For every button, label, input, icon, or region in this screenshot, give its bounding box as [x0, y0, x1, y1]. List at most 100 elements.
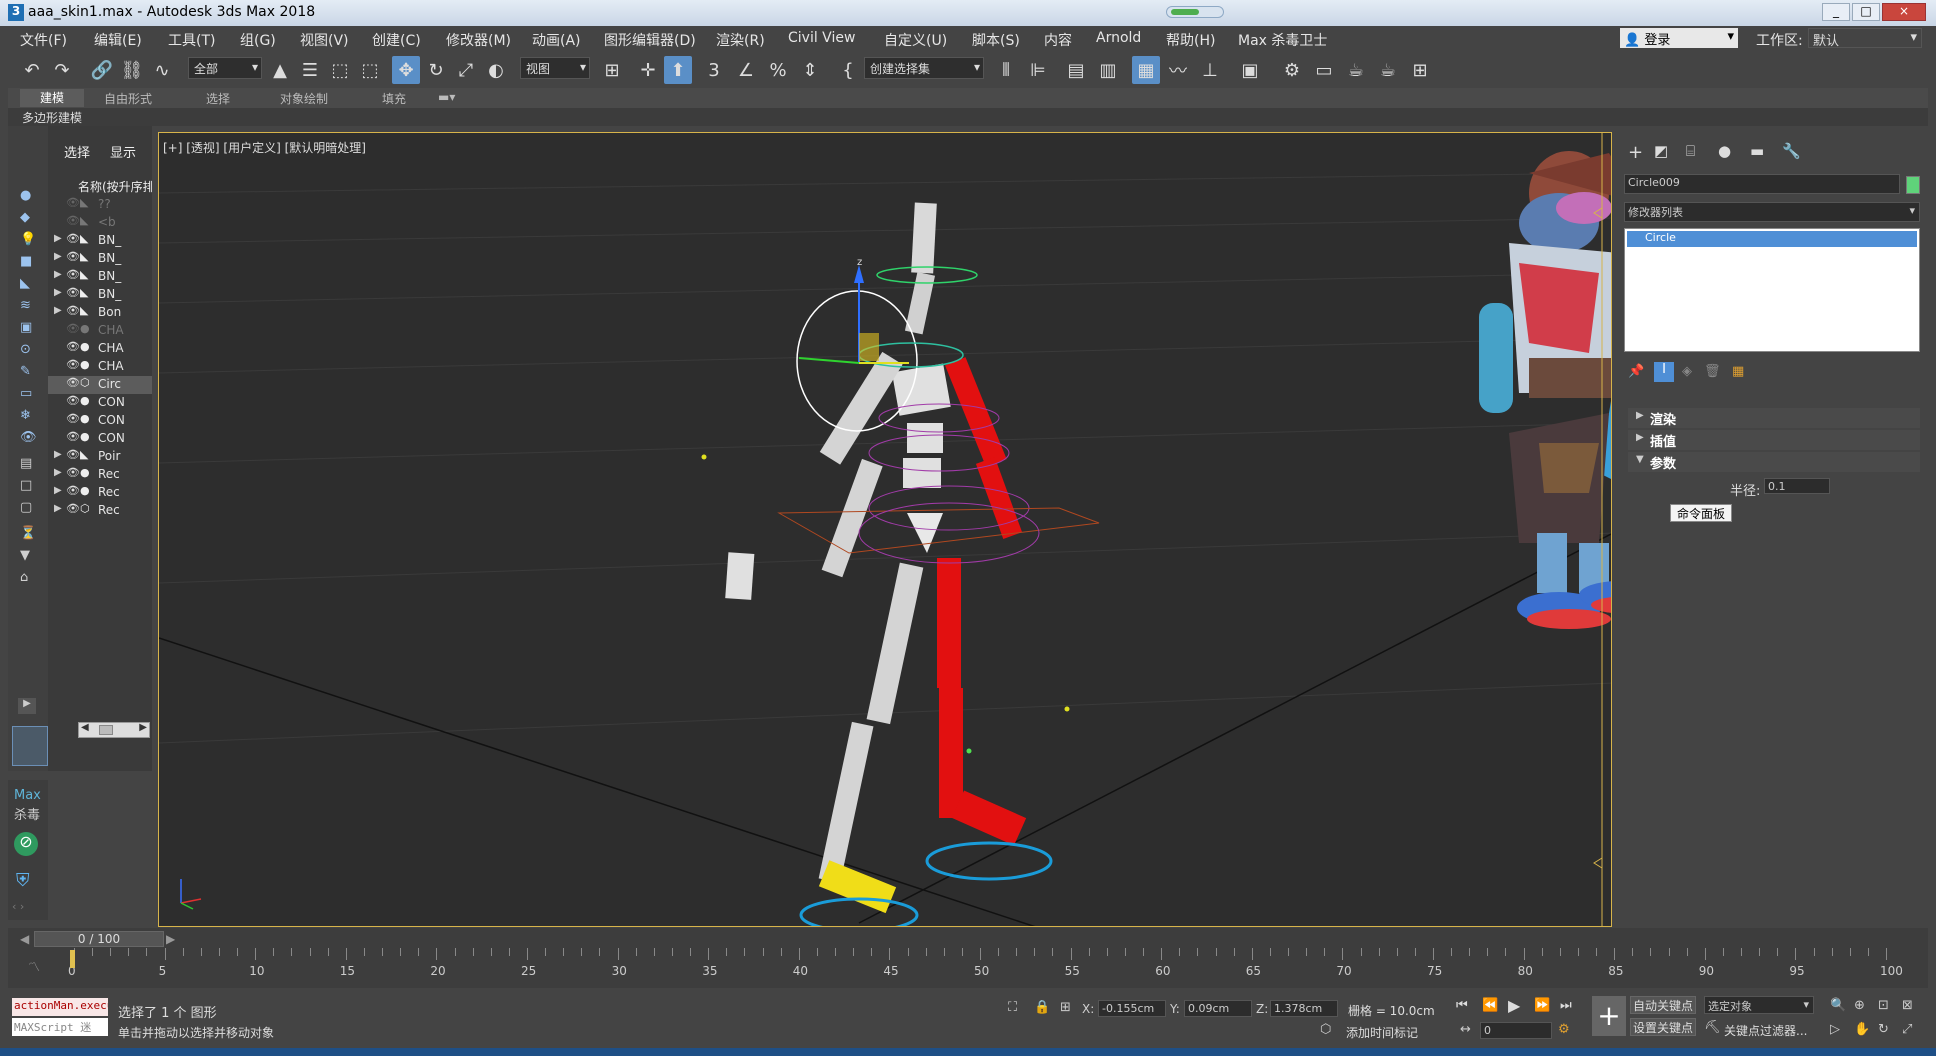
- lock-selection-icon[interactable]: 🔒: [1034, 1000, 1050, 1015]
- scene-row[interactable]: 👁 ● CON: [48, 394, 152, 412]
- visibility-eye-icon[interactable]: 👁: [66, 340, 80, 353]
- keyboard-shortcut-override-icon[interactable]: ⬆: [664, 56, 692, 84]
- scene-row[interactable]: ▶ 👁 ◣ BN_: [48, 286, 152, 304]
- perspective-viewport[interactable]: [+] [透视] [用户定义] [默认明暗处理] z: [158, 132, 1612, 927]
- key-filters-button[interactable]: 关键点过滤器...: [1724, 1022, 1807, 1039]
- expand-arrow-icon[interactable]: ▶: [54, 269, 62, 280]
- menu-help[interactable]: 帮助(H): [1166, 30, 1215, 50]
- key-filter-selection-dropdown[interactable]: 选定对象 ▾: [1704, 996, 1814, 1014]
- hierarchy-tab-icon[interactable]: ⌸: [1686, 142, 1695, 160]
- schematic-view-icon[interactable]: ⊥: [1196, 56, 1224, 84]
- time-config-icon[interactable]: ⚙: [1558, 1022, 1570, 1037]
- visibility-eye-icon[interactable]: 👁: [66, 250, 80, 263]
- menu-max-antivirus[interactable]: Max 杀毒卫士: [1238, 30, 1327, 50]
- create-tab-plus-icon[interactable]: +: [1628, 142, 1643, 163]
- filter-icon[interactable]: ⏳: [20, 526, 36, 541]
- named-selection-dropdown[interactable]: 创建选择集 ▾: [864, 57, 984, 79]
- absolute-mode-icon[interactable]: ⊞: [1060, 1000, 1071, 1015]
- scene-explorer-icon[interactable]: ▦: [1132, 56, 1160, 84]
- rollout-header[interactable]: ▶ 渲染: [1628, 408, 1920, 428]
- render-iterative-icon[interactable]: ☕: [1374, 56, 1402, 84]
- select-place-icon[interactable]: ◐: [482, 56, 510, 84]
- scene-row[interactable]: 👁 ◣??: [48, 196, 152, 214]
- menu-rendering[interactable]: 渲染(R): [716, 30, 765, 50]
- rendered-frame-window-icon[interactable]: ▭: [1310, 56, 1338, 84]
- ref-coord-dropdown[interactable]: 视图 ▾: [520, 57, 590, 79]
- expand-arrow-icon[interactable]: ▶: [54, 287, 62, 298]
- visibility-eye-icon[interactable]: 👁: [66, 394, 80, 407]
- scene-row[interactable]: ▶ 👁 ◣ BN_: [48, 232, 152, 250]
- key-filters-icon[interactable]: ⛏: [1704, 1020, 1721, 1035]
- visibility-eye-icon[interactable]: 👁: [66, 502, 80, 515]
- timeline-ruler[interactable]: 0 5 10 15 20 25 30 35 40 45 50 55 60 65 70 75 80 85 90 95 10…: [8, 928, 1928, 988]
- maxscript-listener-input[interactable]: MAXScript 迷: [12, 1018, 108, 1036]
- visibility-eye-icon[interactable]: 👁: [66, 286, 80, 299]
- menu-civil-view[interactable]: Civil View: [788, 30, 855, 46]
- display-shapes-icon[interactable]: ◆: [20, 210, 30, 225]
- select-move-icon[interactable]: ✥: [392, 56, 420, 84]
- zoom-all-icon[interactable]: ⊕: [1854, 998, 1865, 1013]
- scene-row[interactable]: 👁 ● CON: [48, 430, 152, 448]
- visibility-eye-icon[interactable]: 👁: [66, 304, 80, 317]
- scene-row[interactable]: 👁 ● CHA: [48, 340, 152, 358]
- close-button[interactable]: ×: [1882, 3, 1926, 21]
- bind-space-warp-icon[interactable]: ∿: [148, 56, 176, 84]
- menu-file[interactable]: 文件(F): [20, 30, 67, 50]
- display-all-icon[interactable]: ▤: [20, 456, 32, 471]
- rollout-header[interactable]: ▼ 参数: [1628, 452, 1920, 472]
- layer-icon[interactable]: ⌂: [20, 570, 28, 585]
- display-invert-icon[interactable]: ▢: [20, 500, 32, 515]
- maximize-button[interactable]: □: [1852, 3, 1880, 21]
- visibility-eye-icon[interactable]: 👁: [66, 376, 80, 389]
- scene-row[interactable]: ▶ 👁 ◣ BN_: [48, 268, 152, 286]
- nav-arrows-icon[interactable]: ‹ ›: [12, 900, 24, 913]
- radius-spinner[interactable]: 0.1: [1764, 478, 1830, 494]
- y-coord-field[interactable]: 0.09cm: [1184, 1000, 1252, 1017]
- orbit-icon[interactable]: ↻: [1878, 1022, 1889, 1037]
- visibility-eye-icon[interactable]: 👁: [66, 484, 80, 497]
- visibility-eye-icon[interactable]: 👁: [66, 268, 80, 281]
- toggle-ribbon-icon[interactable]: ▥: [1094, 56, 1122, 84]
- visibility-eye-icon[interactable]: 👁: [66, 232, 80, 245]
- scene-row[interactable]: ▶ 👁 ⬡ Rec: [48, 502, 152, 520]
- configure-sets-icon[interactable]: ▦: [1732, 364, 1744, 379]
- viewport-layout-tab[interactable]: [12, 726, 48, 766]
- render-production-icon[interactable]: ☕: [1342, 56, 1370, 84]
- display-xrefs-icon[interactable]: ⊙: [20, 342, 31, 357]
- curve-editor-icon[interactable]: 〰: [1164, 56, 1192, 84]
- polygon-modeling-label[interactable]: 多边形建模: [22, 109, 82, 126]
- select-by-name-icon[interactable]: ☰: [296, 56, 324, 84]
- display-none-icon[interactable]: □: [20, 478, 32, 493]
- minimize-button[interactable]: _: [1822, 3, 1850, 21]
- horizontal-scrollbar[interactable]: ◀ ▶: [78, 722, 150, 738]
- mirror-icon[interactable]: ⫴: [992, 56, 1020, 84]
- set-key-button[interactable]: 设置关键点: [1630, 1018, 1696, 1036]
- z-coord-field[interactable]: 1.378cm: [1270, 1000, 1338, 1017]
- current-frame-field[interactable]: 0: [1480, 1022, 1552, 1039]
- zoom-icon[interactable]: 🔍: [1830, 998, 1846, 1013]
- login-dropdown[interactable]: 👤 登录 ▾: [1620, 28, 1738, 48]
- display-spacewarps-icon[interactable]: ≋: [20, 298, 31, 313]
- isolate-selection-icon[interactable]: ⛶: [1008, 1000, 1017, 1015]
- scene-row[interactable]: ▶ 👁 ● Rec: [48, 484, 152, 502]
- display-bones-icon[interactable]: ✎: [20, 364, 31, 379]
- link-icon[interactable]: 🔗: [88, 56, 116, 84]
- selection-filter-dropdown[interactable]: 全部 ▾: [188, 57, 262, 79]
- maxscript-listener-output[interactable]: actionMan.execu: [12, 998, 108, 1016]
- visibility-eye-icon[interactable]: 👁: [66, 430, 80, 443]
- visibility-eye-icon[interactable]: 👁: [66, 448, 80, 461]
- visibility-eye-icon[interactable]: 👁: [66, 214, 80, 227]
- display-containers-icon[interactable]: ▭: [20, 386, 32, 401]
- scroll-left-icon[interactable]: ◀: [81, 722, 89, 733]
- menu-scripting[interactable]: 脚本(S): [972, 30, 1020, 50]
- show-end-result-icon[interactable]: I: [1654, 362, 1674, 382]
- render-grid-icon[interactable]: ⊞: [1406, 56, 1434, 84]
- funnel-icon[interactable]: ▼: [20, 548, 30, 563]
- object-name-field[interactable]: Circle009: [1624, 174, 1900, 194]
- workspace-dropdown[interactable]: 默认 ▾: [1808, 28, 1922, 49]
- snaps-toggle-icon[interactable]: 3: [700, 56, 728, 84]
- tab-freeform[interactable]: 自由形式: [104, 90, 152, 107]
- zoom-extents-all-icon[interactable]: ⊠: [1902, 998, 1913, 1013]
- scene-row[interactable]: 👁 ● CON: [48, 412, 152, 430]
- expand-arrow-icon[interactable]: ▶: [18, 698, 36, 714]
